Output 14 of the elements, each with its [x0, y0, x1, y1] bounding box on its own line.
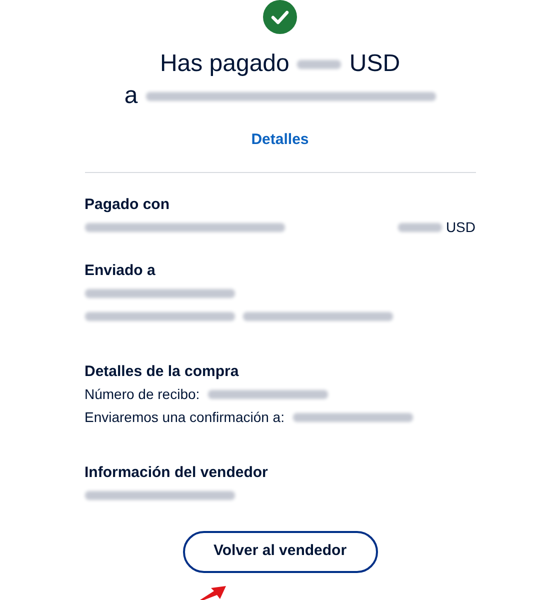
detail-label: Enviaremos una confirmación a: — [84, 408, 284, 427]
section-title: Pagado con — [84, 194, 171, 214]
redacted-text — [297, 60, 342, 68]
details-link[interactable]: Detalles — [251, 129, 309, 152]
currency-label: USD — [349, 49, 400, 79]
recipient-label: a — [124, 81, 138, 111]
amount-label: Has pagado — [160, 49, 290, 79]
section-title: Información del vendedor — [84, 462, 269, 482]
section-title: Enviado a — [84, 260, 156, 280]
currency-label: USD — [446, 218, 476, 237]
detail-label: Número de recibo: — [84, 385, 200, 404]
return-button[interactable]: Volver al vendedor — [182, 530, 378, 572]
redacted-text — [398, 223, 442, 232]
section-title: Detalles de la compra — [84, 362, 240, 382]
